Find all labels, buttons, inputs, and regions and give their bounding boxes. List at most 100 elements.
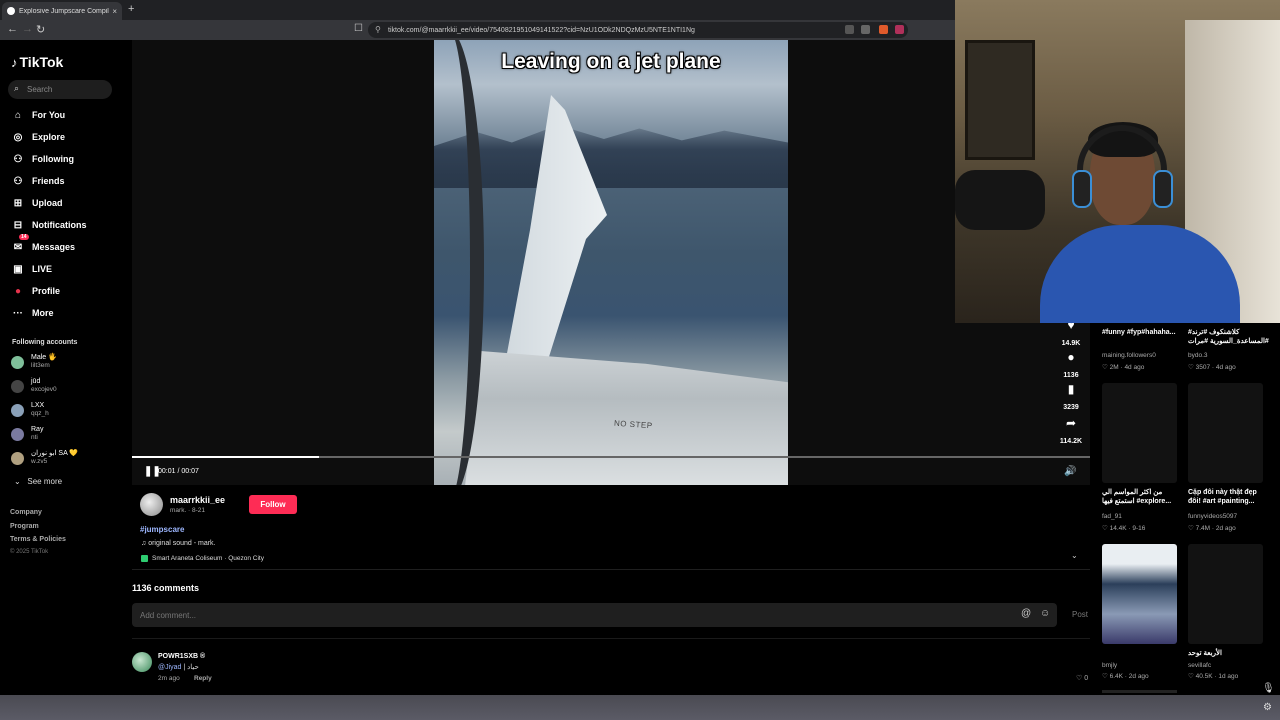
share-count: 114.2K (1059, 438, 1083, 445)
mention-icon[interactable]: @ (1021, 608, 1031, 619)
brave-shield-icon[interactable] (879, 25, 888, 34)
comment-input[interactable]: Add comment... (132, 603, 1057, 627)
video-stats: ♡ 2M · 4d ago (1102, 364, 1145, 371)
video-stats: ♡ 7.4M · 2d ago (1188, 525, 1236, 532)
commenter-avatar[interactable] (132, 652, 152, 672)
profile-icon: ● (14, 285, 22, 297)
video-stats: ♡ 6.4K · 2d ago (1102, 673, 1149, 680)
video-author[interactable]: sevillafc (1188, 662, 1211, 669)
follow-button[interactable]: Follow (249, 495, 297, 514)
hashtag-link[interactable]: #jumpscare (140, 525, 184, 534)
sidebar-item-upload[interactable]: ⊞ Upload (12, 195, 63, 211)
sidebar-item-live[interactable]: ▣ LIVE (12, 261, 52, 277)
location-tag[interactable]: Smart Araneta Coliseum · Quezon City (141, 555, 264, 562)
comment-mention[interactable]: @Jiyad (158, 664, 181, 671)
browser-tab[interactable]: Explosive Jumpscare Compil × (2, 2, 122, 20)
video-title[interactable]: Cặp đôi này thật đẹp đôi! #art #painting… (1188, 488, 1270, 506)
video-title[interactable]: من اكثر المواسم الي استمتع فيها #explore… (1102, 488, 1184, 506)
comment-placeholder: Add comment... (140, 610, 197, 620)
os-taskbar (0, 695, 1280, 720)
reply-button[interactable]: Reply (194, 675, 212, 682)
sidebar-item-label: LIVE (32, 264, 53, 274)
volume-icon[interactable]: 🔊 (1064, 466, 1076, 477)
following-account[interactable]: Ray nti (11, 425, 43, 443)
video-thumbnail[interactable] (1188, 544, 1263, 644)
site-info-icon[interactable]: ⚲ (375, 25, 381, 34)
video-author[interactable]: funnyvideos5097 (1188, 513, 1237, 520)
share-button[interactable]: ➦ 114.2K (1059, 416, 1083, 448)
comment-button[interactable]: ● 1136 (1059, 350, 1083, 382)
new-tab-button[interactable]: + (128, 3, 134, 15)
video-thumbnail[interactable] (1102, 690, 1177, 693)
headset-earcup-left (1072, 170, 1092, 208)
sidebar-item-label: For You (32, 110, 66, 120)
post-comment-button[interactable]: Post (1072, 610, 1088, 619)
progress-bar[interactable] (132, 456, 1090, 458)
following-account[interactable]: Male 🖐 lilt3em (11, 353, 57, 371)
live-icon: ▣ (13, 263, 23, 275)
video-author[interactable]: bmjly (1102, 662, 1117, 669)
sidebar-item-friends[interactable]: ⚇ Friends (12, 173, 65, 189)
save-count: 3239 (1063, 404, 1079, 411)
forward-button[interactable]: → (22, 23, 33, 35)
for-you-icon: ⌂ (14, 109, 22, 121)
back-button[interactable]: ← (7, 23, 18, 35)
settings-gear-icon[interactable]: ⚙ (1263, 702, 1272, 713)
sidebar-item-for-you[interactable]: ⌂ For You (12, 107, 65, 123)
search-input[interactable]: ⌕ Search (8, 80, 112, 99)
sidebar-item-more[interactable]: ··· More (12, 305, 54, 321)
video-title[interactable]: #كلاشنكوف #ترند #المساعدة_السورية #مرات (1188, 328, 1270, 346)
commenter-name[interactable]: POWR1SXB ® (158, 653, 205, 660)
account-avatar (11, 451, 24, 465)
video-title[interactable]: الأربعة توحد (1188, 649, 1270, 658)
location-text: Smart Araneta Coliseum · Quezon City (152, 555, 264, 562)
bookmark-icon[interactable]: ☐ (354, 23, 363, 34)
video-frame[interactable]: NO STEP Leaving on a jet plane (434, 40, 788, 485)
video-thumbnail[interactable] (1188, 383, 1263, 483)
sidebar-item-profile[interactable]: ● Profile (12, 283, 60, 299)
sound-link[interactable]: ♫ original sound - mark. (141, 540, 216, 547)
video-title[interactable]: #funny #fyp#hahaha... (1102, 328, 1184, 337)
save-button[interactable]: ▮ 3239 (1059, 382, 1083, 414)
see-more-button[interactable]: ⌄ See more (14, 477, 62, 486)
video-author[interactable]: bydo.3 (1188, 352, 1208, 359)
tiktok-logo[interactable]: ♪ TikTok (11, 54, 63, 70)
footer-program-link[interactable]: Program (10, 523, 39, 530)
sidebar-item-label: Profile (32, 286, 61, 296)
following-account[interactable]: ابو نوران SA 💛 w.zv5 (11, 449, 78, 467)
comments-count: 1136 comments (132, 583, 200, 593)
video-stats: ♡ 3507 · 4d ago (1188, 364, 1236, 371)
video-author[interactable]: fad_91 (1102, 513, 1122, 520)
airplane-engine (464, 351, 788, 485)
sidebar-item-following[interactable]: ⚇ Following (12, 151, 74, 167)
author-subtitle: mark. · 8-21 (170, 507, 206, 514)
address-bar[interactable]: ⚲ tiktok.com/@maarrkkii_ee/video/7540821… (368, 22, 908, 38)
chevron-down-icon[interactable]: ⌄ (1071, 551, 1078, 560)
video-author[interactable]: maining.followers0 (1102, 352, 1156, 359)
following-icon: ⚇ (13, 153, 23, 165)
url-text: tiktok.com/@maarrkkii_ee/video/754082195… (388, 26, 695, 34)
brave-rewards-icon[interactable] (895, 25, 904, 34)
video-thumbnail[interactable] (1102, 383, 1177, 483)
video-thumbnail[interactable] (1102, 544, 1177, 644)
author-avatar[interactable] (140, 493, 163, 516)
notifications-icon: ⊟ (13, 219, 23, 231)
progress-fill (132, 456, 319, 458)
sidebar-item-label: Following (32, 154, 74, 164)
reload-button[interactable]: ↻ (36, 23, 45, 36)
sidebar-item-explore[interactable]: ◎ Explore (12, 129, 65, 145)
cast-icon[interactable] (861, 25, 870, 34)
comment-like-button[interactable]: ♡ 0 (1076, 674, 1088, 682)
video-player[interactable]: NO STEP Leaving on a jet plane ❚❚ 00:01 … (132, 40, 1090, 485)
tab-close-icon[interactable]: × (112, 7, 117, 16)
following-account[interactable]: jūd excojev0 (11, 377, 57, 395)
sidebar-item-notifications[interactable]: ⊟ Notifications (12, 217, 87, 233)
extension-icon[interactable] (845, 25, 854, 34)
footer-company-link[interactable]: Company (10, 509, 42, 516)
author-name[interactable]: maarrkkii_ee (170, 495, 225, 505)
microphone-icon[interactable]: 🎙 (1262, 683, 1275, 694)
emoji-icon[interactable]: ☺ (1040, 608, 1050, 619)
sidebar-item-messages[interactable]: ✉ 14 Messages (12, 234, 75, 255)
following-account[interactable]: LXX qqz_h (11, 401, 49, 419)
footer-terms-link[interactable]: Terms & Policies (10, 536, 66, 543)
